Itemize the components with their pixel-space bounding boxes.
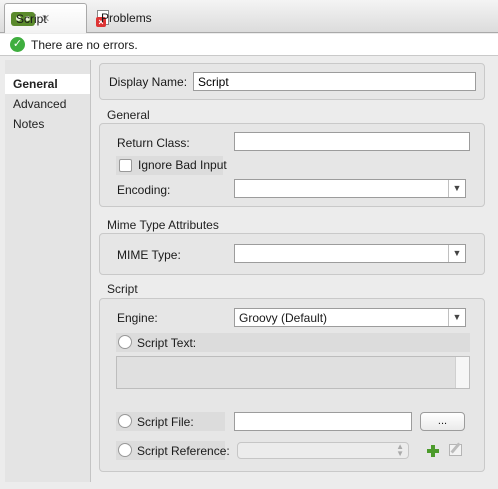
properties-panel: Display Name: General Return Class: Igno… <box>91 60 493 482</box>
general-group-title: General <box>107 108 150 122</box>
chevron-down-icon: ▼ <box>448 309 465 326</box>
check-circle-icon: ✓ <box>10 37 25 52</box>
status-text: There are no errors. <box>31 37 138 52</box>
return-class-input[interactable] <box>234 132 470 151</box>
edit-icon[interactable] <box>449 442 462 456</box>
tab-script-label: Script <box>16 11 47 26</box>
mime-type-select[interactable]: ▼ <box>234 244 466 263</box>
tab-script[interactable]: Script ✕ <box>4 3 87 33</box>
browse-button[interactable]: ... <box>420 412 465 431</box>
mime-type-label: MIME Type: <box>117 248 181 262</box>
tab-problems-label: Problems <box>101 11 152 25</box>
engine-label: Engine: <box>117 311 158 325</box>
add-icon[interactable] <box>427 445 439 457</box>
script-file-input[interactable] <box>234 412 412 431</box>
scrollbar[interactable] <box>455 357 469 388</box>
display-name-group: Display Name: <box>99 63 485 100</box>
section-nav: General Advanced Notes <box>5 60 91 482</box>
return-class-label: Return Class: <box>117 136 190 150</box>
nav-item-advanced[interactable]: Advanced <box>5 94 90 114</box>
ignore-bad-input-checkbox[interactable] <box>119 159 132 172</box>
editor-tab-bar: Script ✕ × Problems <box>0 0 498 33</box>
chevron-down-icon: ▼ <box>448 180 465 197</box>
chevron-updown-icon: ▲ ▼ <box>396 442 404 458</box>
engine-value: Groovy (Default) <box>239 311 328 325</box>
mime-group-title: Mime Type Attributes <box>107 218 219 232</box>
nav-item-notes[interactable]: Notes <box>5 114 90 134</box>
validation-status: ✓ There are no errors. <box>0 34 498 56</box>
script-text-radio[interactable] <box>118 335 132 349</box>
script-group-title: Script <box>107 282 138 296</box>
script-text-area[interactable] <box>116 356 470 389</box>
mime-group: MIME Type: ▼ <box>99 233 485 275</box>
display-name-label: Display Name: <box>109 75 188 89</box>
ignore-bad-input-label: Ignore Bad Input <box>138 158 227 172</box>
script-reference-label: Script Reference: <box>137 444 230 458</box>
display-name-input[interactable] <box>193 72 476 91</box>
script-reference-radio[interactable] <box>118 443 132 457</box>
tab-problems[interactable]: × Problems <box>90 3 180 33</box>
encoding-label: Encoding: <box>117 183 171 197</box>
general-group: Return Class: Ignore Bad Input Encoding:… <box>99 123 485 207</box>
script-file-radio[interactable] <box>118 414 132 428</box>
script-text-label: Script Text: <box>137 336 197 350</box>
script-reference-select[interactable]: ▲ ▼ <box>237 442 409 459</box>
encoding-select[interactable]: ▼ <box>234 179 466 198</box>
chevron-down-icon: ▼ <box>448 245 465 262</box>
engine-select[interactable]: Groovy (Default) ▼ <box>234 308 466 327</box>
script-file-label: Script File: <box>137 415 194 429</box>
nav-item-general[interactable]: General <box>5 74 90 94</box>
script-group: Engine: Groovy (Default) ▼ Script Text: … <box>99 298 485 472</box>
